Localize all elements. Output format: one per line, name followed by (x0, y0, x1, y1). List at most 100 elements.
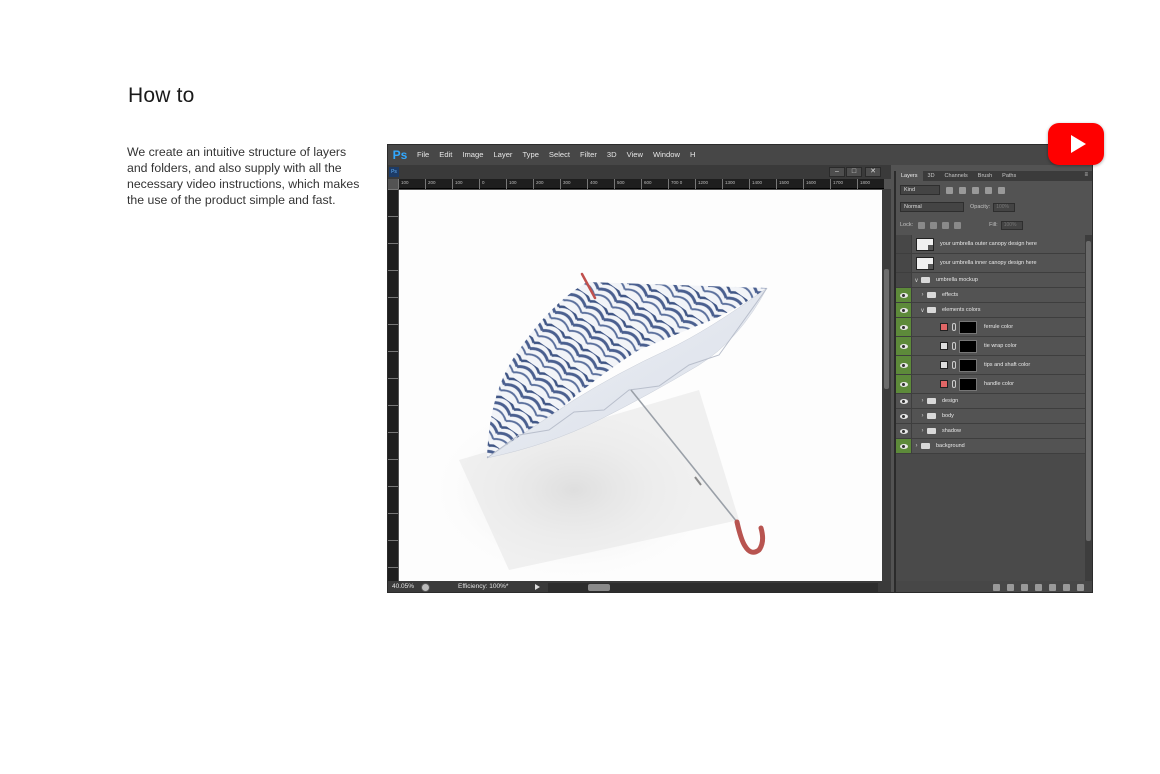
group-body[interactable]: › body (896, 409, 1085, 424)
visibility-toggle[interactable] (896, 254, 912, 272)
vertical-scrollbar[interactable] (882, 189, 891, 581)
lock-position-icon[interactable] (942, 221, 950, 229)
eye-icon (899, 398, 908, 404)
link-icon[interactable] (952, 361, 956, 369)
lock-all-icon[interactable] (954, 221, 962, 229)
menu-view[interactable]: View (622, 145, 648, 165)
color-fill-swatch[interactable] (940, 361, 948, 369)
minimize-button[interactable]: – (829, 167, 845, 177)
new-layer-icon[interactable] (1063, 584, 1070, 591)
shape-filter-icon[interactable] (985, 186, 992, 194)
group-design[interactable]: › design (896, 394, 1085, 409)
link-icon[interactable] (952, 380, 956, 388)
group-umbrella-mockup[interactable]: ∨ umbrella mockup (896, 273, 1085, 288)
layer-ferrule-color[interactable]: ferrule color (896, 318, 1085, 337)
play-icon[interactable] (535, 584, 540, 590)
visibility-toggle[interactable] (896, 375, 912, 393)
adjustment-filter-icon[interactable] (959, 186, 966, 194)
layer-handle-color[interactable]: handle color (896, 375, 1085, 394)
visibility-toggle[interactable] (896, 424, 912, 438)
link-icon[interactable] (952, 323, 956, 331)
color-fill-swatch[interactable] (940, 323, 948, 331)
chevron-right-icon[interactable]: › (918, 413, 927, 419)
fill-label: Fill: (989, 222, 998, 228)
opacity-field[interactable]: 100% (993, 202, 1016, 212)
vertical-scroll-thumb[interactable] (884, 269, 889, 389)
type-filter-icon[interactable] (972, 186, 979, 194)
chevron-down-icon[interactable]: ∨ (918, 307, 927, 314)
visibility-toggle[interactable] (896, 318, 912, 336)
color-fill-swatch[interactable] (940, 342, 948, 350)
menu-select[interactable]: Select (544, 145, 575, 165)
visibility-toggle[interactable] (896, 337, 912, 355)
chevron-down-icon[interactable]: ∨ (912, 277, 921, 284)
trash-icon[interactable] (1077, 584, 1084, 591)
visibility-toggle[interactable] (896, 409, 912, 423)
layer-mask-thumbnail[interactable] (959, 320, 977, 334)
fill-field[interactable]: 100% (1000, 220, 1023, 230)
menu-help[interactable]: H (685, 145, 700, 165)
menu-file[interactable]: File (412, 145, 434, 165)
layer-tie-wrap-color[interactable]: tie wrap color (896, 337, 1085, 356)
tab-channels[interactable]: Channels (940, 171, 973, 181)
smart-object-filter-icon[interactable] (998, 186, 1005, 194)
visibility-toggle[interactable] (896, 394, 912, 408)
menu-layer[interactable]: Layer (488, 145, 517, 165)
chevron-right-icon[interactable]: › (918, 398, 927, 404)
ruler-tick-label: 100 (401, 180, 409, 185)
visibility-toggle[interactable] (896, 273, 912, 287)
zoom-level[interactable]: 40.05% (392, 583, 414, 590)
menu-window[interactable]: Window (648, 145, 685, 165)
layer-inner-canopy[interactable]: your umbrella inner canopy design here (896, 254, 1085, 273)
chevron-right-icon[interactable]: › (912, 443, 921, 449)
horizontal-scrollbar[interactable] (548, 583, 878, 592)
menu-filter[interactable]: Filter (575, 145, 602, 165)
lock-transparent-icon[interactable] (918, 221, 926, 229)
visibility-toggle[interactable] (896, 288, 912, 302)
new-group-icon[interactable] (1049, 584, 1056, 591)
menu-type[interactable]: Type (517, 145, 543, 165)
layer-tips-shaft-color[interactable]: tips and shaft color (896, 356, 1085, 375)
tab-3d[interactable]: 3D (923, 171, 940, 181)
panel-menu-icon[interactable]: ≡ (1084, 172, 1088, 178)
layers-scrollbar[interactable] (1085, 235, 1092, 581)
group-background[interactable]: › background (896, 439, 1085, 454)
tab-layers[interactable]: Layers (896, 171, 923, 181)
menu-edit[interactable]: Edit (434, 145, 457, 165)
group-elements-colors[interactable]: ∨ elements colors (896, 303, 1085, 318)
visibility-toggle[interactable] (896, 235, 912, 253)
layer-mask-thumbnail[interactable] (959, 358, 977, 372)
maximize-button[interactable]: □ (846, 167, 862, 177)
ruler-tick (388, 540, 398, 541)
menu-image[interactable]: Image (457, 145, 488, 165)
visibility-toggle[interactable] (896, 303, 912, 317)
close-button[interactable]: ✕ (865, 167, 881, 177)
layer-outer-canopy[interactable]: your umbrella outer canopy design here (896, 235, 1085, 254)
visibility-toggle[interactable] (896, 356, 912, 374)
group-effects[interactable]: › effects (896, 288, 1085, 303)
youtube-play-button[interactable] (1048, 123, 1104, 165)
layers-scroll-thumb[interactable] (1086, 241, 1091, 541)
visibility-toggle[interactable] (896, 439, 912, 453)
image-canvas[interactable] (399, 190, 882, 581)
fx-icon[interactable] (1007, 584, 1014, 591)
horizontal-scroll-thumb[interactable] (588, 584, 610, 591)
chevron-right-icon[interactable]: › (918, 292, 927, 298)
layer-mask-thumbnail[interactable] (959, 339, 977, 353)
menu-3d[interactable]: 3D (602, 145, 622, 165)
link-layers-icon[interactable] (993, 584, 1000, 591)
pixel-filter-icon[interactable] (946, 186, 953, 194)
add-mask-icon[interactable] (1021, 584, 1028, 591)
color-fill-swatch[interactable] (940, 380, 948, 388)
zoom-icon[interactable] (421, 583, 430, 592)
tab-paths[interactable]: Paths (997, 171, 1021, 181)
chevron-right-icon[interactable]: › (918, 428, 927, 434)
layer-mask-thumbnail[interactable] (959, 377, 977, 391)
filter-kind-select[interactable]: Kind (900, 185, 940, 195)
link-icon[interactable] (952, 342, 956, 350)
blend-mode-select[interactable]: Normal (900, 202, 964, 212)
tab-brush[interactable]: Brush (973, 171, 997, 181)
adjustment-layer-icon[interactable] (1035, 584, 1042, 591)
group-shadow[interactable]: › shadow (896, 424, 1085, 439)
lock-image-icon[interactable] (930, 221, 938, 229)
